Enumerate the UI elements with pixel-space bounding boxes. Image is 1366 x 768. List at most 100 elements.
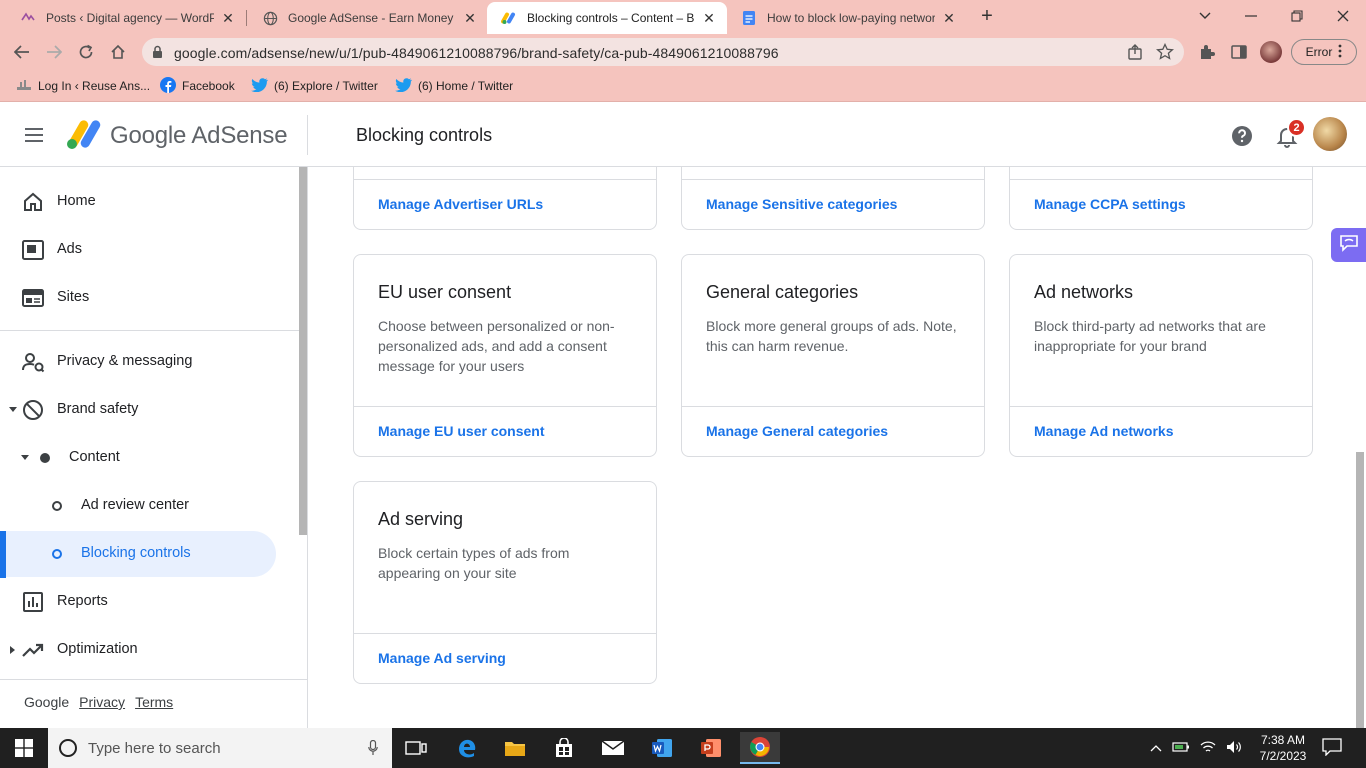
bookmark-star-icon[interactable] xyxy=(1156,42,1174,66)
help-icon[interactable] xyxy=(1230,124,1254,148)
lock-icon[interactable] xyxy=(152,45,163,64)
sidebar-item-optimization[interactable]: Optimization xyxy=(0,627,276,673)
reload-icon[interactable] xyxy=(74,40,98,64)
sidebar-item-ad-review-center[interactable]: Ad review center xyxy=(0,483,276,529)
system-clock[interactable]: 7:38 AM 7/2/2023 xyxy=(1252,732,1314,764)
sidebar-item-home[interactable]: Home xyxy=(0,179,276,225)
close-icon[interactable]: ✕ xyxy=(701,10,717,26)
home-browser-icon[interactable] xyxy=(106,40,130,64)
system-tray xyxy=(1150,728,1242,768)
adsense-logo-icon[interactable] xyxy=(66,117,102,151)
terms-link[interactable]: Terms xyxy=(135,694,173,710)
menu-icon[interactable] xyxy=(22,123,46,147)
back-icon[interactable] xyxy=(10,40,34,64)
manage-ad-networks-link[interactable]: Manage Ad networks xyxy=(1034,423,1174,439)
bookmark-facebook[interactable]: Facebook xyxy=(160,76,235,96)
collapse-arrow-icon[interactable] xyxy=(10,646,15,654)
volume-icon[interactable] xyxy=(1226,740,1242,757)
wordpress-icon xyxy=(20,10,36,26)
chrome-icon[interactable] xyxy=(740,732,780,764)
assistant-widget-button[interactable] xyxy=(1331,228,1366,262)
sidebar-item-ads[interactable]: Ads xyxy=(0,227,276,273)
manage-ccpa-settings-link[interactable]: Manage CCPA settings xyxy=(1034,196,1186,212)
card-general-categories: General categories Block more general gr… xyxy=(681,254,985,457)
close-icon[interactable]: ✕ xyxy=(220,10,236,26)
bookmark-label: (6) Home / Twitter xyxy=(418,79,514,93)
sidebar-item-blocking-controls[interactable]: Blocking controls xyxy=(0,531,276,577)
notification-badge[interactable]: 2 xyxy=(1287,118,1306,137)
manage-advertiser-urls-link[interactable]: Manage Advertiser URLs xyxy=(378,196,543,212)
close-window-icon[interactable] xyxy=(1332,5,1354,27)
card-description: Block third-party ad networks that are i… xyxy=(1034,318,1266,354)
action-center-icon[interactable] xyxy=(1322,738,1344,758)
header-divider xyxy=(307,115,308,155)
battery-icon[interactable] xyxy=(1172,741,1190,756)
docs-icon xyxy=(741,10,757,26)
manage-ad-serving-link[interactable]: Manage Ad serving xyxy=(378,650,506,666)
manage-eu-user-consent-link[interactable]: Manage EU user consent xyxy=(378,423,545,439)
address-bar[interactable]: google.com/adsense/new/u/1/pub-484906121… xyxy=(142,38,1184,66)
microphone-icon[interactable] xyxy=(368,739,378,761)
main-scrollbar[interactable] xyxy=(1356,452,1364,728)
sidebar-scrollbar[interactable] xyxy=(299,167,307,535)
forward-icon[interactable] xyxy=(42,40,66,64)
wifi-icon[interactable] xyxy=(1200,740,1216,757)
expand-arrow-icon[interactable] xyxy=(9,407,17,412)
chevron-up-icon[interactable] xyxy=(1150,741,1162,755)
file-explorer-icon[interactable] xyxy=(495,732,535,764)
globe-icon xyxy=(262,10,278,26)
taskbar-search-box[interactable]: Type here to search xyxy=(48,728,392,768)
sidebar-item-label: Blocking controls xyxy=(81,545,191,561)
url-text[interactable]: google.com/adsense/new/u/1/pub-484906121… xyxy=(174,45,779,61)
error-chip[interactable]: Error xyxy=(1291,39,1357,65)
block-icon xyxy=(21,398,45,422)
close-icon[interactable]: ✕ xyxy=(941,10,957,26)
sidebar-item-brand-safety[interactable]: Brand safety xyxy=(0,387,276,433)
profile-avatar[interactable] xyxy=(1259,40,1283,64)
circle-icon xyxy=(52,501,62,511)
card-footer: Manage EU user consent xyxy=(354,406,656,456)
close-icon[interactable]: ✕ xyxy=(462,10,478,26)
bookmark-twitter-home[interactable]: (6) Home / Twitter xyxy=(395,76,513,96)
browser-tab-strip: Posts ‹ Digital agency — WordPr ✕ Google… xyxy=(0,0,1366,34)
card-title: EU user consent xyxy=(378,282,512,302)
store-icon[interactable] xyxy=(544,732,584,764)
sidebar-item-reports[interactable]: Reports xyxy=(0,579,276,625)
tab-blocking-controls[interactable]: Blocking controls – Content – Bra ✕ xyxy=(487,2,727,34)
manage-sensitive-categories-link[interactable]: Manage Sensitive categories xyxy=(706,196,897,212)
mail-icon[interactable] xyxy=(593,732,633,764)
bookmark-label: Log In ‹ Reuse Ans... xyxy=(38,79,151,93)
edge-icon[interactable] xyxy=(447,732,487,764)
manage-general-categories-link[interactable]: Manage General categories xyxy=(706,423,888,439)
brand-name[interactable]: Google AdSense xyxy=(110,122,288,150)
side-panel-icon[interactable] xyxy=(1227,40,1251,64)
tab-title: Blocking controls – Content – Bra xyxy=(527,11,695,25)
share-icon[interactable] xyxy=(1126,43,1144,66)
word-icon[interactable] xyxy=(642,732,682,764)
powerpoint-icon[interactable] xyxy=(691,732,731,764)
task-view-icon[interactable] xyxy=(396,732,436,764)
minimize-icon[interactable] xyxy=(1240,5,1262,27)
account-avatar[interactable] xyxy=(1313,117,1347,151)
expand-arrow-icon[interactable] xyxy=(21,455,29,460)
windows-start-icon[interactable] xyxy=(0,728,48,768)
tab-wordpress-posts[interactable]: Posts ‹ Digital agency — WordPr ✕ xyxy=(6,2,246,34)
extensions-icon[interactable] xyxy=(1195,40,1219,64)
bookmark-twitter-explore[interactable]: (6) Explore / Twitter xyxy=(251,76,378,96)
card-footer: Manage CCPA settings xyxy=(1010,179,1312,229)
clock-date: 7/2/2023 xyxy=(1259,749,1307,763)
sidebar-item-sites[interactable]: Sites xyxy=(0,275,276,321)
tab-adsense-earn[interactable]: Google AdSense - Earn Money Fr ✕ xyxy=(248,2,488,34)
sidebar-nav: Home Ads Sites Privacy & messaging Brand… xyxy=(0,167,308,728)
sidebar-item-content[interactable]: Content xyxy=(0,435,276,481)
sidebar-item-privacy-messaging[interactable]: Privacy & messaging xyxy=(0,339,276,385)
new-tab-button[interactable]: + xyxy=(976,6,998,28)
card-footer: Manage Ad serving xyxy=(354,633,656,683)
browser-toolbar: google.com/adsense/new/u/1/pub-484906121… xyxy=(0,34,1366,70)
restore-icon[interactable] xyxy=(1286,5,1308,27)
tab-search-chevron-icon[interactable] xyxy=(1194,5,1216,27)
privacy-link[interactable]: Privacy xyxy=(79,694,125,710)
main-content: Manage Advertiser URLs Manage Sensitive … xyxy=(308,167,1355,728)
tab-how-to-block[interactable]: How to block low-paying networ ✕ xyxy=(727,2,967,34)
bookmark-reuse[interactable]: Log In ‹ Reuse Ans... xyxy=(16,76,150,96)
